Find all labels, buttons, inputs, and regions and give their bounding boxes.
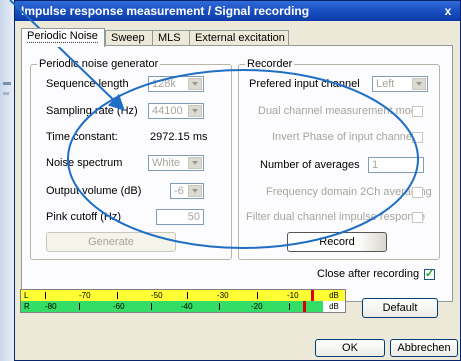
ok-button[interactable]: OK: [315, 339, 385, 357]
tab-label: Sweep: [111, 32, 145, 44]
tab-label: External excitation: [195, 32, 285, 44]
filter-dual-checkbox[interactable]: [412, 212, 423, 223]
output-volume-select[interactable]: -6: [170, 183, 204, 199]
peak-marker: [311, 290, 314, 301]
level-meter: L -70 -50 -30 -10 dB R -80 -60 -40 -20 d…: [20, 289, 346, 313]
close-after-recording-label: Close after recording: [317, 268, 420, 280]
desktop-background: [0, 0, 14, 361]
meter-tick-label: -70: [79, 291, 91, 300]
averages-input[interactable]: 1: [368, 157, 424, 173]
time-constant-value: 2972.15 ms: [150, 131, 208, 143]
time-constant-label: Time constant:: [46, 131, 118, 143]
record-button[interactable]: Record: [287, 232, 387, 252]
meter-tick: [257, 292, 258, 299]
sampling-rate-select[interactable]: 44100: [148, 103, 204, 119]
noise-spectrum-select[interactable]: White: [148, 155, 204, 171]
desktop-mark: [3, 82, 11, 85]
meter-tick-label: -50: [151, 291, 163, 300]
chevron-down-icon[interactable]: [188, 185, 202, 197]
chevron-down-icon[interactable]: [188, 105, 202, 117]
tab-label: Periodic Noise: [27, 30, 98, 43]
channel-label: L: [24, 291, 29, 300]
tab-mls[interactable]: MLS: [152, 30, 190, 46]
peak-marker: [303, 301, 306, 312]
invert-phase-checkbox[interactable]: [412, 132, 423, 143]
meter-tick-label: -30: [217, 291, 229, 300]
meter-tick-label: -40: [181, 302, 193, 311]
unit-label: dB: [323, 290, 345, 301]
channel-label: R: [24, 302, 30, 311]
close-icon[interactable]: x: [440, 4, 456, 18]
chevron-down-icon[interactable]: [412, 78, 426, 90]
group-title: Recorder: [247, 58, 293, 70]
pink-cutoff-label: Pink cutoff (Hz): [46, 211, 121, 223]
group-title: Periodic noise generator: [39, 58, 159, 70]
meter-tick: [117, 292, 118, 299]
meter-tick-label: -10: [287, 291, 299, 300]
pink-cutoff-input[interactable]: 50: [156, 209, 204, 225]
freq-domain-label: Frequency domain 2Ch averaging: [266, 186, 432, 198]
freq-domain-checkbox[interactable]: [412, 187, 423, 198]
chevron-down-icon[interactable]: [188, 78, 202, 90]
meter-tick-label: -60: [113, 302, 125, 311]
tab-label: MLS: [158, 32, 181, 44]
select-value: -6: [174, 185, 184, 197]
dual-channel-label: Dual channel measurement mode: [258, 105, 424, 117]
meter-tick-label: -80: [45, 302, 57, 311]
tab-periodic-noise[interactable]: Periodic Noise: [21, 28, 105, 47]
cancel-button[interactable]: Abbrechen: [390, 339, 458, 357]
tab-external-excitation[interactable]: External excitation: [189, 30, 289, 46]
meter-tick: [79, 303, 80, 310]
filter-dual-label: Filter dual channel impulse response: [246, 211, 426, 223]
right-channel-meter: R -80 -60 -40 -20 dB: [21, 301, 345, 312]
sequence-length-label: Sequence length: [46, 78, 129, 90]
averages-label: Number of averages: [260, 159, 360, 171]
select-value: White: [152, 157, 181, 169]
meter-tick: [151, 303, 152, 310]
dual-channel-checkbox[interactable]: [412, 106, 423, 117]
left-channel-meter: L -70 -50 -30 -10 dB: [21, 290, 345, 301]
tab-sweep[interactable]: Sweep: [105, 30, 153, 46]
sampling-rate-label: Sampling rate (Hz): [46, 105, 138, 117]
select-value: 44100: [152, 105, 183, 117]
meter-tick: [289, 303, 290, 310]
meter-tick: [187, 292, 188, 299]
select-value: Left: [376, 78, 395, 90]
desktop-mark: [3, 92, 9, 95]
title-bar[interactable]: Impulse response measurement / Signal re…: [15, 1, 460, 21]
meter-tick: [45, 292, 46, 299]
close-after-recording-checkbox[interactable]: [424, 267, 435, 280]
meter-tick-label: -20: [251, 302, 263, 311]
window-title: Impulse response measurement / Signal re…: [21, 4, 310, 18]
noise-spectrum-label: Noise spectrum: [46, 157, 123, 169]
default-button[interactable]: Default: [362, 298, 438, 318]
unit-label: dB: [323, 301, 345, 312]
meter-tick: [219, 303, 220, 310]
input-channel-select[interactable]: Left: [372, 76, 428, 92]
sequence-length-select[interactable]: 128k: [148, 76, 204, 92]
tab-panel: Periodic noise generator Sequence length…: [21, 45, 453, 318]
output-volume-label: Output volume (dB): [46, 185, 142, 197]
input-channel-label: Prefered input channel: [249, 78, 360, 90]
select-value: 128k: [152, 78, 176, 90]
generate-button[interactable]: Generate: [46, 232, 176, 252]
invert-phase-label: Invert Phase of input channel: [272, 131, 415, 143]
chevron-down-icon[interactable]: [188, 157, 202, 169]
